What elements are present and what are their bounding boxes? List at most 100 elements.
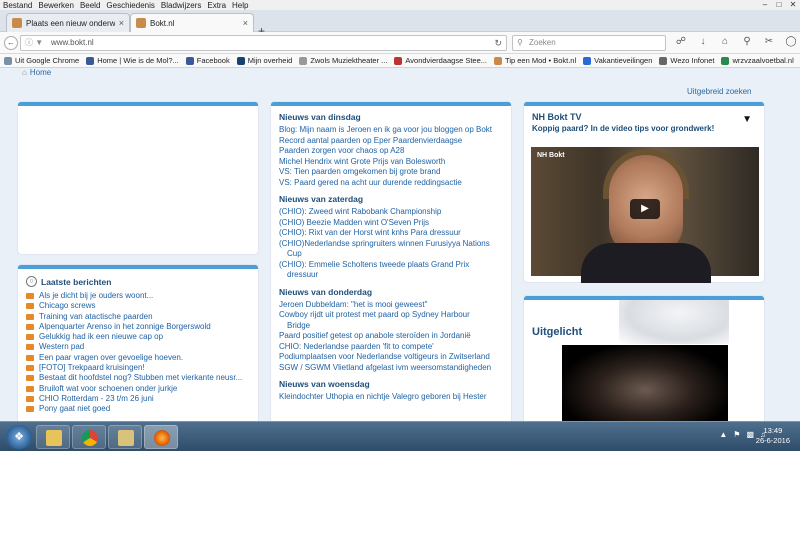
list-item[interactable]: Pony gaat niet goed — [26, 404, 258, 414]
list-item[interactable]: [FOTO] Trekpaard kruisingen! — [26, 363, 258, 373]
bookmark-item[interactable]: Vakantieveilingen — [583, 56, 652, 65]
list-item[interactable]: Gelukkig had ik een nieuwe cap op — [26, 332, 258, 342]
close-tab-icon[interactable]: × — [243, 18, 248, 28]
news-link[interactable]: Blog: Mijn naam is Jeroen en ik ga voor … — [271, 125, 511, 136]
list-item[interactable]: CHIO Rotterdam - 23 t/m 26 juni — [26, 394, 258, 404]
news-day-heading: Nieuws van zaterdag — [279, 194, 364, 204]
bookmark-item[interactable]: Mijn overheid — [236, 56, 292, 65]
list-item[interactable]: Alpenquarter Arenso in het zonnige Borge… — [26, 322, 258, 332]
taskbar: ❖ ▲ ⚑ ▩ ♫ 13:49 26-6-2016 — [0, 421, 800, 451]
news-link[interactable]: Michel Hendrix wint Grote Prijs van Bole… — [271, 157, 511, 168]
back-button[interactable]: ← — [4, 36, 18, 50]
news-link[interactable]: (CHIO)Nederlandse springruiters winnen F… — [271, 239, 511, 250]
dropdown-arrow-icon[interactable]: ▼ — [742, 114, 752, 125]
list-item[interactable]: Bestaat dit hoofdstel nog? Stubben met v… — [26, 373, 258, 383]
news-link[interactable]: Cup — [271, 249, 511, 260]
menu-bestand[interactable]: Bestand — [0, 1, 35, 10]
news-panel: Nieuws van dinsdag Blog: Mijn naam is Je… — [271, 102, 511, 432]
bookmark-item[interactable]: Home | Wie is de Mol?... — [86, 56, 179, 65]
news-link[interactable]: Paarden zorgen voor chaos op A28 — [271, 146, 511, 157]
bookmark-item[interactable]: Uit Google Chrome — [4, 56, 79, 65]
featured-panel: Uitgelicht — [524, 296, 764, 432]
empty-panel — [18, 102, 258, 254]
chrome-taskbar-button[interactable] — [72, 425, 106, 449]
tray-arrow-icon[interactable]: ▲ — [719, 430, 727, 439]
list-item[interactable]: Een paar vragen over gevoelige hoeven. — [26, 353, 258, 363]
bookmark-item[interactable]: Wezo Infonet — [659, 56, 714, 65]
download-icon[interactable]: ↓ — [696, 36, 710, 47]
menu-help[interactable]: Help — [229, 1, 251, 10]
news-link[interactable]: (CHIO): Rixt van der Horst wint knhs Par… — [271, 228, 511, 239]
page-icon — [659, 56, 668, 65]
menu-bladwijzers[interactable]: Bladwijzers — [158, 1, 204, 10]
explorer-taskbar-button[interactable] — [36, 425, 70, 449]
browser-window: Bestand Bewerken Beeld Geschiedenis Blad… — [0, 0, 800, 451]
news-link[interactable]: VS: Tien paarden omgekomen bij grote bra… — [271, 167, 511, 178]
news-link[interactable]: dressuur — [271, 270, 511, 281]
news-link[interactable]: Podiumplaatsen voor Nederlandse voltigeu… — [271, 352, 511, 363]
url-text: www.bokt.nl — [51, 38, 94, 47]
url-bar[interactable]: ⓘ ▼ www.bokt.nl ↻ — [20, 35, 507, 51]
navigation-bar: ← ⓘ ▼ www.bokt.nl ↻ ⚲ Zoeken ☍ ↓ ⌂ ⚲ ✂ ◯… — [0, 32, 800, 54]
reload-icon[interactable]: ↻ — [494, 36, 502, 50]
news-link[interactable]: (CHIO) Beezie Madden wint O'Seven Prijs — [271, 218, 511, 229]
bullet-icon — [26, 375, 34, 382]
menu-bewerken[interactable]: Bewerken — [35, 1, 77, 10]
close-tab-icon[interactable]: × — [119, 18, 124, 28]
news-link[interactable]: VS: Paard gered na acht uur durende redd… — [271, 178, 511, 189]
firefox-taskbar-button[interactable] — [144, 425, 178, 449]
news-link[interactable]: CHIO: Nederlandse paarden 'fit to compet… — [271, 342, 511, 353]
list-item[interactable]: Western pad — [26, 342, 258, 352]
page-icon — [583, 56, 592, 65]
window-controls: – □ ✕ — [758, 0, 800, 10]
minimize-button[interactable]: – — [758, 0, 772, 10]
list-item[interactable]: Training van atactische paarden — [26, 312, 258, 322]
home-icon[interactable]: ⌂ — [718, 36, 732, 47]
video-frame-body — [581, 243, 711, 283]
play-button-icon[interactable]: ▶ — [630, 199, 660, 219]
news-link[interactable]: Record aantal paarden op Eper Paardenvie… — [271, 136, 511, 147]
bookmark-item[interactable]: Zwols Muziektheater ... — [299, 56, 387, 65]
bookmark-item[interactable]: Avondvierdaagse Stee... — [394, 56, 487, 65]
news-link[interactable]: (CHIO): Emmelie Scholtens tweede plaats … — [271, 260, 511, 271]
horse-head-image — [619, 300, 729, 344]
list-item[interactable]: Als je dicht bij je ouders woont... — [26, 291, 258, 301]
featured-horse-image[interactable] — [562, 345, 728, 432]
info-icon[interactable]: ⓘ ▼ — [25, 36, 43, 50]
news-link[interactable]: Cowboy rijdt uit protest met paard op Sy… — [271, 310, 511, 321]
maximize-button[interactable]: □ — [772, 0, 786, 10]
tab-bokt[interactable]: Bokt.nl × — [130, 13, 254, 32]
video-player[interactable]: NH Bokt ▶ — [531, 147, 759, 283]
news-link[interactable]: Kleindochter Uthopia en nichtje Valegro … — [271, 392, 511, 403]
bookmark-item[interactable]: Facebook — [185, 56, 230, 65]
breadcrumb-home[interactable]: Home — [30, 68, 51, 77]
news-link[interactable]: Jeroen Dubbeldam: "het is mooi geweest" — [271, 300, 511, 311]
bookmark-item[interactable]: Tip een Mod • Bokt.nl — [494, 56, 576, 65]
bullet-icon — [26, 323, 34, 330]
menu-beeld[interactable]: Beeld — [77, 1, 103, 10]
chat-icon[interactable]: ◯ — [784, 36, 798, 47]
bookmark-item[interactable]: wrzvzaalvoetbal.nl — [721, 56, 794, 65]
clock-time: 13:49 — [763, 426, 783, 435]
list-item[interactable]: Bruiloft wat voor schoenen onder jurkje — [26, 384, 258, 394]
list-item[interactable]: Chicago screws — [26, 301, 258, 311]
menu-extra[interactable]: Extra — [204, 1, 229, 10]
screenshot-icon[interactable]: ✂ — [762, 36, 776, 47]
pocket-icon[interactable]: ☍ — [674, 36, 688, 47]
start-button[interactable]: ❖ — [6, 425, 32, 449]
network-icon[interactable]: ▩ — [746, 430, 754, 439]
menu-geschiedenis[interactable]: Geschiedenis — [103, 1, 157, 10]
share-icon[interactable]: ⚲ — [740, 36, 754, 47]
search-input[interactable]: ⚲ Zoeken — [512, 35, 666, 51]
tab-plaats-onderwerp[interactable]: Plaats een nieuw onderwer... × — [6, 13, 130, 32]
clock[interactable]: 13:49 26-6-2016 — [756, 426, 790, 446]
files-taskbar-button[interactable] — [108, 425, 142, 449]
news-link[interactable]: SGW / SGWM Vlietland afgelast ivm weerso… — [271, 363, 511, 374]
news-link[interactable]: Bridge — [271, 321, 511, 332]
news-link[interactable]: Paard positief getest op anabole steroïd… — [271, 331, 511, 342]
news-link[interactable]: (CHIO): Zweed wint Rabobank Championship — [271, 207, 511, 218]
flag-icon[interactable]: ⚑ — [733, 430, 740, 439]
close-window-button[interactable]: ✕ — [786, 0, 800, 10]
advanced-search-link[interactable]: Uitgebreid zoeken — [687, 87, 751, 96]
tv-subtitle[interactable]: Koppig paard? In de video tips voor gron… — [532, 124, 764, 133]
